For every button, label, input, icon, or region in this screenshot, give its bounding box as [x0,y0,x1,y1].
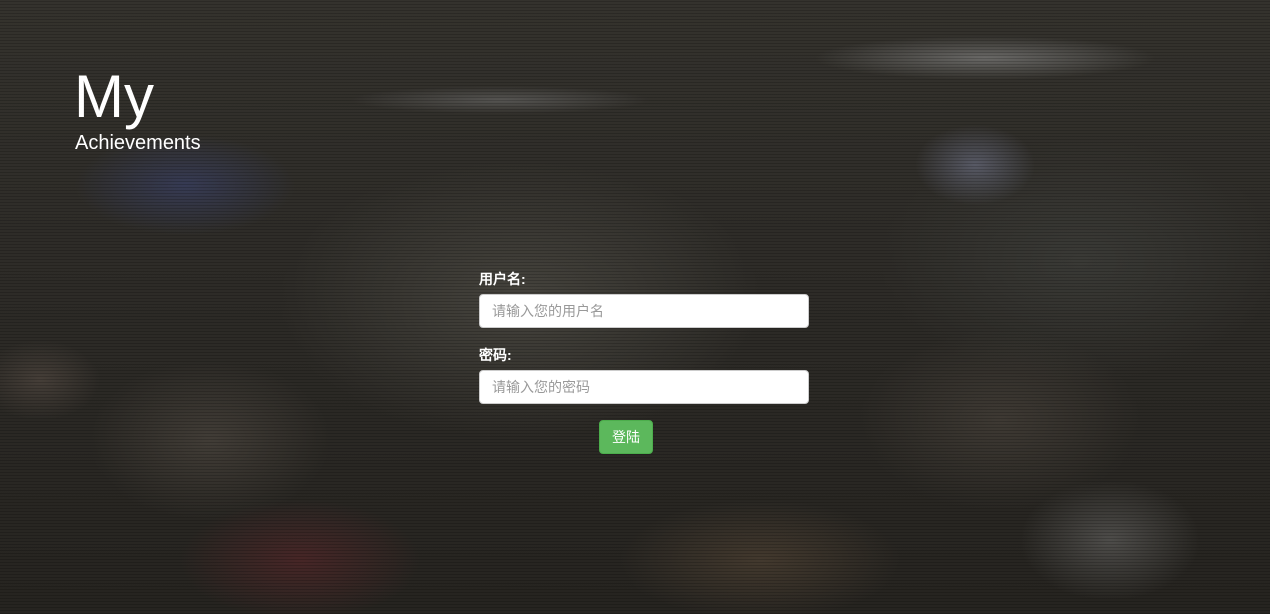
username-label: 用户名: [479,271,526,287]
login-page: My Achievements 用户名: 密码: 登陆 [0,0,1270,614]
username-group: 用户名: [479,270,809,328]
login-button[interactable]: 登陆 [599,420,653,454]
password-input[interactable] [479,370,809,404]
login-form: 用户名: 密码: 登陆 [479,270,809,454]
brand-title: My [74,63,154,130]
brand-header: My Achievements [74,64,201,155]
password-label: 密码: [479,347,512,363]
brand-subtitle: Achievements [75,132,201,154]
username-input[interactable] [479,294,809,328]
password-group: 密码: [479,346,809,404]
